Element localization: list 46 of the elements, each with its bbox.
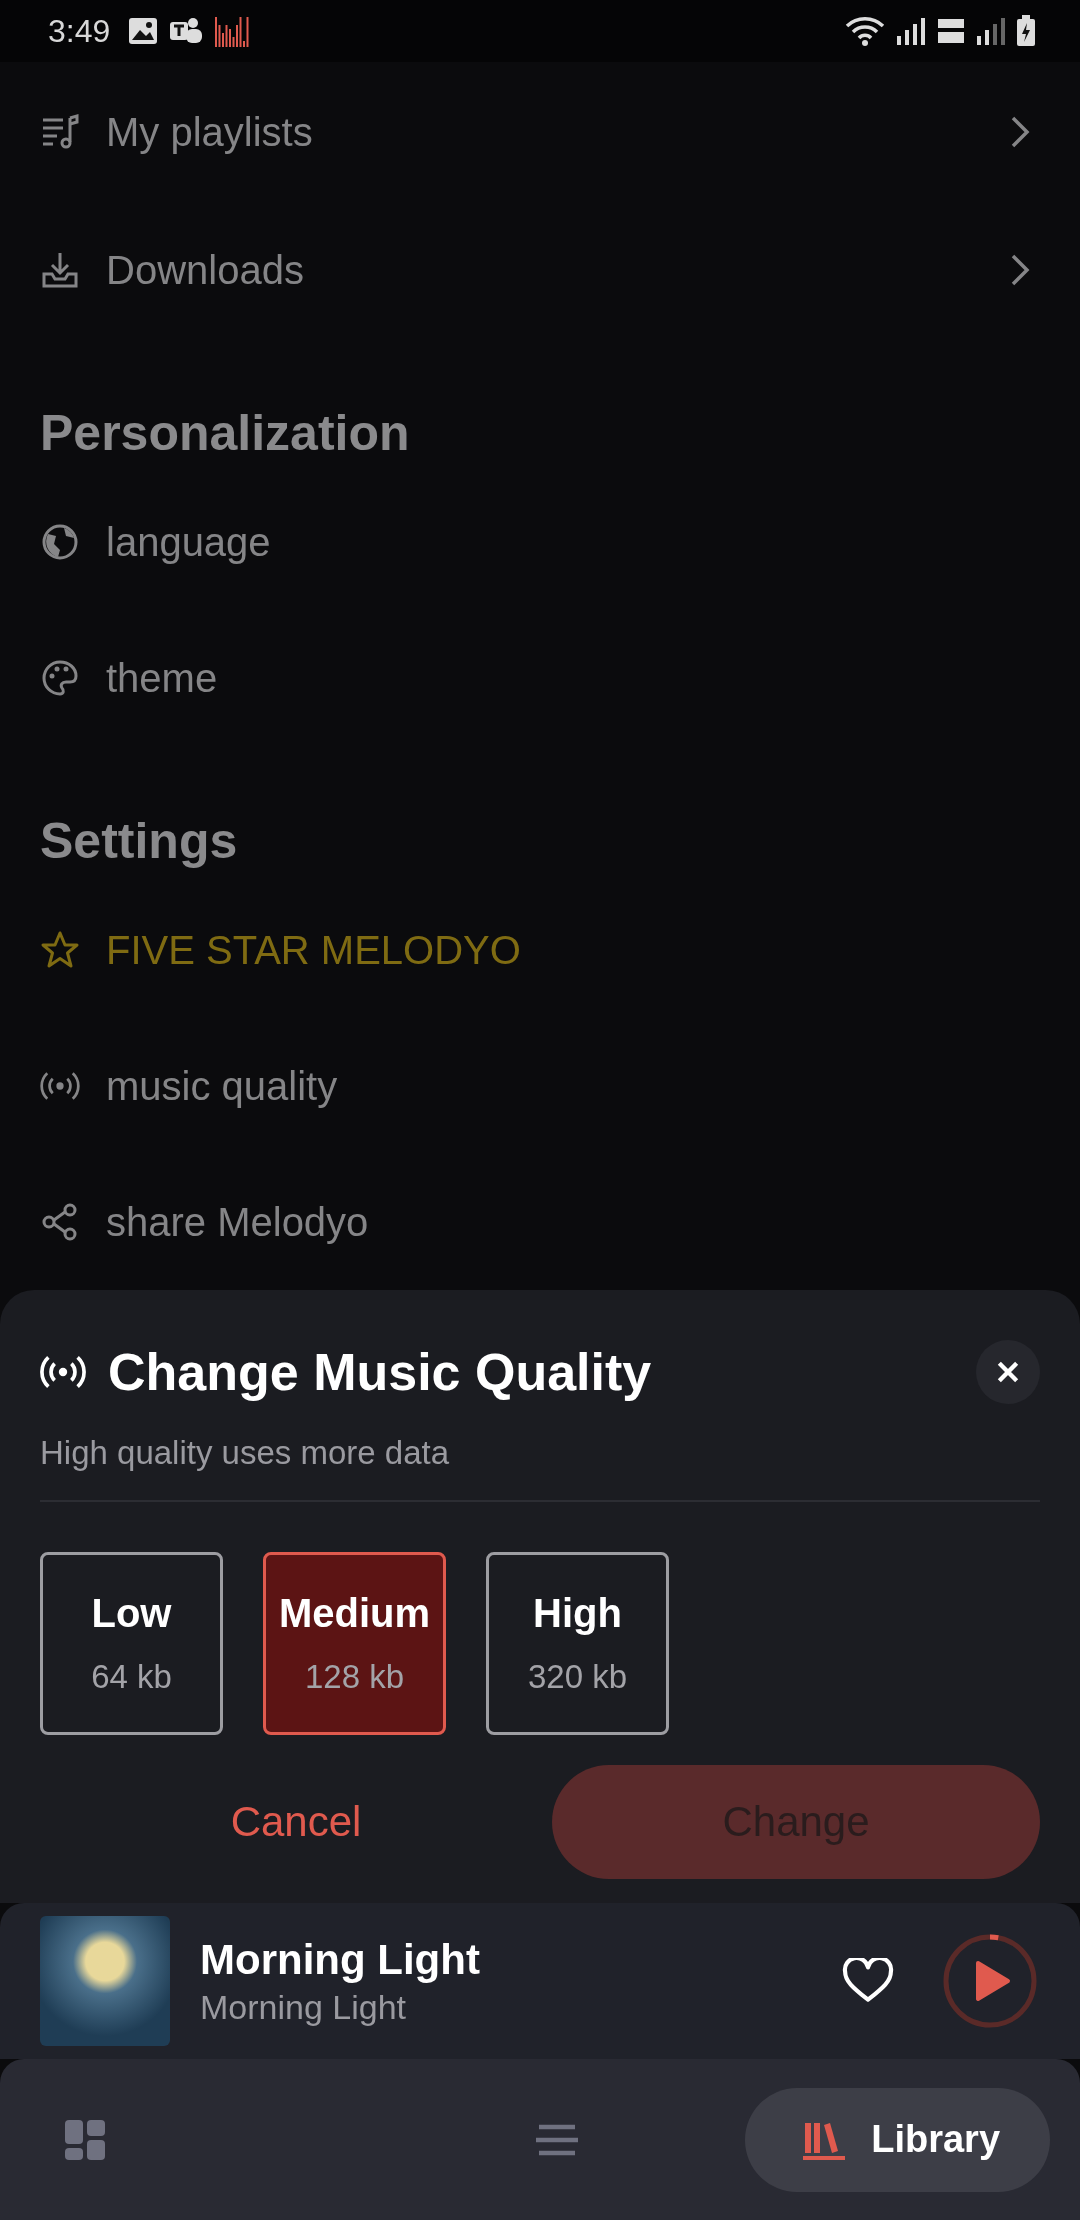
sheet-title: Change Music Quality (108, 1342, 653, 1402)
signal-icon (976, 16, 1006, 46)
menu-item[interactable]: My playlists (40, 62, 1040, 202)
quality-option[interactable]: Medium 128 kb (263, 1552, 446, 1735)
menu-label: My playlists (106, 109, 314, 155)
menu-label: language (106, 519, 272, 565)
download-icon (40, 250, 80, 290)
quality-option[interactable]: High 320 kb (486, 1552, 669, 1735)
nav-tab[interactable] (536, 2123, 578, 2156)
nav-tab[interactable]: Library (745, 2087, 1050, 2192)
signal-icon (896, 16, 926, 46)
menu-item[interactable]: theme (40, 610, 1040, 746)
menu-label: theme (106, 655, 219, 701)
mini-player[interactable]: Morning Light Morning Light (0, 1903, 1080, 2059)
heart-icon[interactable] (842, 1958, 894, 2004)
track-artist: Morning Light (200, 1987, 407, 2027)
track-title: Morning Light (200, 1935, 481, 1984)
status-time: 3:49 (48, 12, 111, 50)
cancel-button[interactable]: Cancel (40, 1766, 552, 1878)
section-heading: Personalization (40, 404, 411, 462)
sheet-subtitle: High quality uses more data (40, 1434, 451, 1472)
globe-icon (40, 522, 80, 562)
close-icon (995, 1359, 1021, 1385)
menu-item[interactable]: Downloads (40, 202, 1040, 338)
quality-option[interactable]: Low 64 kb (40, 1552, 223, 1735)
menu-item[interactable]: FIVE STAR MELODYO (40, 882, 1040, 1018)
wifi-icon (844, 15, 886, 47)
star-icon (40, 930, 80, 970)
menu-item[interactable]: language (40, 474, 1040, 610)
menu-label: share Melodyo (106, 1199, 370, 1245)
palette-icon (40, 658, 80, 698)
menu-label: FIVE STAR MELODYO (106, 927, 522, 973)
chevron-right-icon (1010, 115, 1030, 149)
menu-label: music quality (106, 1063, 339, 1109)
nav-tab[interactable] (64, 2118, 106, 2161)
image-icon (128, 17, 159, 45)
chat-app-icon (168, 16, 205, 46)
chevron-right-icon (1010, 253, 1030, 287)
equalizer-icon (214, 15, 251, 47)
menu-item[interactable]: share Melodyo (40, 1154, 1040, 1290)
menu-icon (536, 2123, 578, 2156)
menu-label: Downloads (106, 247, 305, 293)
battery-icon (1016, 15, 1036, 47)
dashboard-icon (64, 2118, 106, 2161)
menu-item[interactable]: music quality (40, 1018, 1040, 1154)
section-heading: Settings (40, 812, 239, 870)
